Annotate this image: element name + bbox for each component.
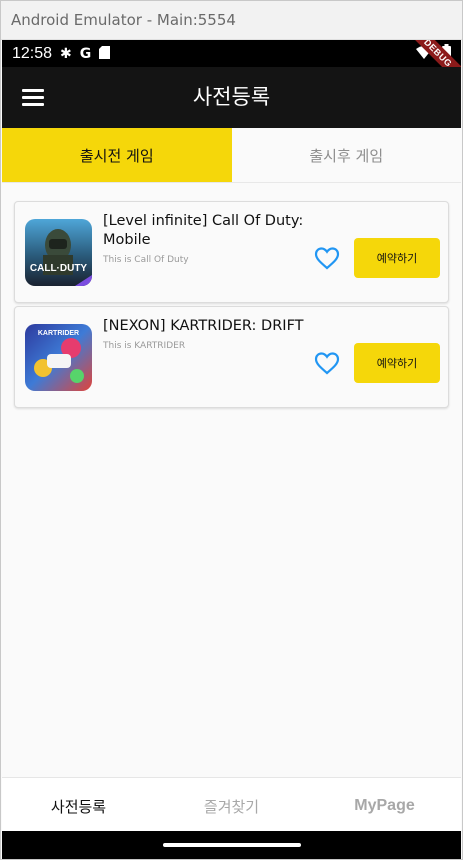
favorite-heart-icon[interactable]	[314, 351, 340, 375]
sd-card-icon	[99, 45, 111, 63]
settings-gear-icon: ✱	[60, 45, 72, 62]
status-bar: 12:58 ✱ G DEBUG	[2, 40, 461, 90]
tab-bar: 출시전 게임 출시후 게임	[2, 128, 461, 183]
nav-item-mypage[interactable]: MyPage	[308, 778, 461, 834]
hamburger-menu-icon	[22, 85, 44, 110]
game-description: This is KARTRIDER	[103, 341, 186, 351]
game-card[interactable]: CALL·DUTY [Level infinite] Call Of Duty:…	[14, 201, 449, 303]
game-description: This is Call Of Duty	[103, 255, 189, 265]
menu-button[interactable]	[2, 67, 64, 128]
nav-item-favorites[interactable]: 즐겨찾기	[155, 778, 308, 834]
status-time: 12:58	[12, 44, 53, 62]
game-info: [Level infinite] Call Of Duty: Mobile Th…	[103, 202, 308, 265]
google-g-icon: G	[79, 45, 92, 62]
game-thumbnail: KARTRIDER	[25, 323, 92, 391]
game-list: CALL·DUTY [Level infinite] Call Of Duty:…	[2, 183, 461, 408]
emulator-window: Android Emulator - Main:5554 12:58 ✱ G D…	[0, 0, 463, 860]
bottom-navigation: 사전등록 즐겨찾기 MyPage	[2, 777, 461, 834]
thumbnail-logo-text: CALL·DUTY	[30, 263, 88, 274]
system-navigation-bar	[2, 831, 461, 859]
nav-item-preregistration[interactable]: 사전등록	[2, 778, 155, 834]
game-title: [NEXON] KARTRIDER: DRIFT	[103, 318, 304, 334]
reserve-button[interactable]: 예약하기	[354, 343, 440, 383]
app-bar: 사전등록	[2, 67, 461, 128]
reserve-button[interactable]: 예약하기	[354, 238, 440, 278]
home-gesture-pill[interactable]	[162, 843, 301, 847]
page-title: 사전등록	[192, 85, 271, 109]
thumbnail-logo-text: KARTRIDER	[38, 330, 79, 337]
game-title: [Level infinite] Call Of Duty: Mobile	[103, 213, 304, 248]
window-title: Android Emulator - Main:5554	[11, 11, 236, 29]
game-thumbnail: CALL·DUTY	[25, 218, 92, 286]
favorite-heart-icon[interactable]	[314, 246, 340, 270]
tab-launched-games[interactable]: 출시후 게임	[231, 128, 461, 182]
phone-screen: 12:58 ✱ G DEBUG 사전등록 출시전 게임 출시후 게임 CALL·…	[2, 40, 461, 859]
tab-prelaunch-games[interactable]: 출시전 게임	[2, 128, 232, 182]
game-card[interactable]: KARTRIDER [NEXON] KARTRIDER: DRIFT This …	[14, 306, 449, 408]
game-info: [NEXON] KARTRIDER: DRIFT This is KARTRID…	[103, 307, 308, 351]
window-titlebar: Android Emulator - Main:5554	[1, 1, 462, 40]
